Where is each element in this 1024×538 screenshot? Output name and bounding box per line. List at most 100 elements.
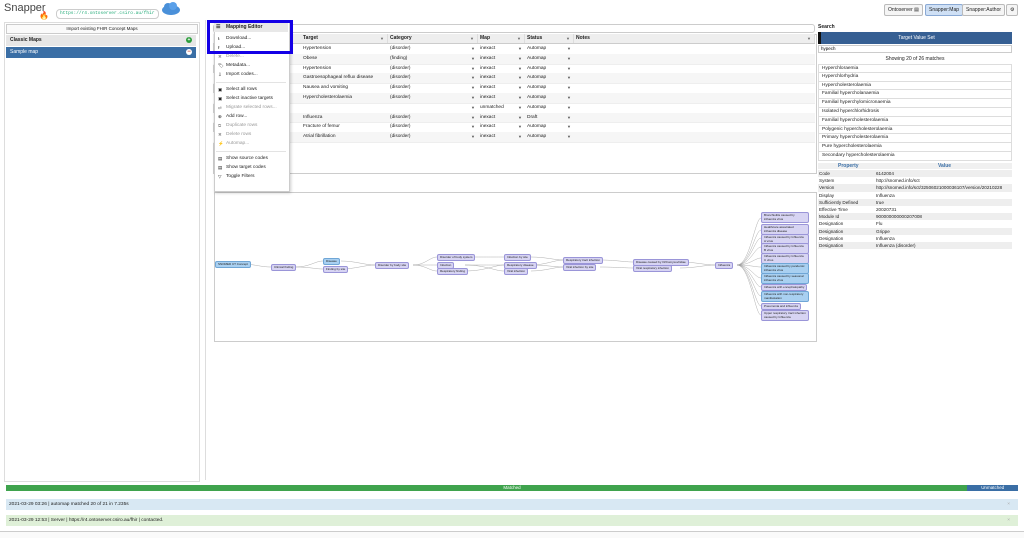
graph-node[interactable]: Viral respiratory infection xyxy=(633,265,672,272)
table-cell[interactable]: ▼ xyxy=(388,103,478,113)
table-cell[interactable]: Fracture of femur xyxy=(301,122,388,132)
table-cell[interactable]: inexact ▼ xyxy=(478,83,525,93)
cell-dropdown-icon[interactable]: ▼ xyxy=(471,122,475,132)
graph-node[interactable]: Respiratory finding xyxy=(437,268,469,275)
cell-dropdown-icon[interactable]: ▼ xyxy=(518,122,522,132)
table-cell[interactable]: Hypercholesterolaemia xyxy=(301,93,388,103)
concept-hierarchy-graph[interactable]: SNOMED CT Concept Clinical finding Disea… xyxy=(214,192,817,342)
menu-item[interactable]: ✖ Delete... xyxy=(216,53,244,61)
graph-node[interactable]: Bronchiolitis caused by influenza virus xyxy=(761,212,809,223)
graph-node[interactable]: Influenza caused by seasonal influenza v… xyxy=(761,273,809,284)
graph-node[interactable]: Finding by site xyxy=(323,266,349,273)
table-cell[interactable]: inexact ▼ xyxy=(478,122,525,132)
table-cell[interactable] xyxy=(301,103,388,113)
table-cell[interactable] xyxy=(574,44,815,54)
cell-dropdown-icon[interactable]: ▼ xyxy=(567,73,571,83)
graph-node[interactable]: Viral infection by site xyxy=(563,264,597,271)
cell-dropdown-icon[interactable]: ▼ xyxy=(518,113,522,123)
graph-node[interactable]: Disorder by body site xyxy=(375,262,410,269)
cell-dropdown-icon[interactable]: ▼ xyxy=(567,54,571,64)
graph-node[interactable]: Disease xyxy=(323,258,340,265)
map-item-sample[interactable]: Sample map − xyxy=(6,47,196,58)
graph-node[interactable]: Clinical finding xyxy=(271,264,297,271)
menu-item[interactable]: ⊕ Add row... xyxy=(216,113,247,121)
server-url[interactable]: https://r4.ontoserver.csiro.au/fhir xyxy=(56,9,159,19)
table-cell[interactable]: Automap ▼ xyxy=(525,54,574,64)
table-cell[interactable]: inexact ▼ xyxy=(478,64,525,74)
cell-dropdown-icon[interactable]: ▼ xyxy=(471,93,475,103)
table-cell[interactable] xyxy=(574,113,815,123)
search-result-item[interactable]: Secondary hypercholesterolaemia xyxy=(818,152,1012,161)
cell-dropdown-icon[interactable]: ▼ xyxy=(471,64,475,74)
table-cell[interactable]: inexact ▼ xyxy=(478,73,525,83)
table-cell[interactable]: Obese xyxy=(301,54,388,64)
cell-dropdown-icon[interactable]: ▼ xyxy=(567,83,571,93)
search-result-item[interactable]: Primary hypercholesterolaemia xyxy=(818,134,1012,144)
column-category[interactable]: Category ▼ xyxy=(388,34,478,43)
cell-dropdown-icon[interactable]: ▼ xyxy=(471,54,475,64)
cell-dropdown-icon[interactable]: ▼ xyxy=(471,83,475,93)
graph-node[interactable]: Infection by site xyxy=(504,254,531,261)
mapping-search-input[interactable] xyxy=(213,24,815,33)
search-result-item[interactable]: Isolated hyperchlorhidrosis xyxy=(818,108,1012,117)
column-menu-icon[interactable]: ▼ xyxy=(566,34,570,43)
table-cell[interactable]: Nausea and vomiting xyxy=(301,83,388,93)
table-cell[interactable]: Influenza xyxy=(301,113,388,123)
table-cell[interactable]: (disorder) ▼ xyxy=(388,113,478,123)
cell-dropdown-icon[interactable]: ▼ xyxy=(518,64,522,74)
cell-dropdown-icon[interactable]: ▼ xyxy=(567,93,571,103)
table-cell[interactable] xyxy=(574,103,815,113)
menu-item[interactable]: ▣ Select all rows xyxy=(216,86,257,94)
graph-node[interactable]: Influenza with non-respiratory manifesta… xyxy=(761,291,809,302)
import-concept-maps-button[interactable]: Import existing FHIR Concept Maps xyxy=(6,24,198,34)
cell-dropdown-icon[interactable]: ▼ xyxy=(567,132,571,142)
cell-dropdown-icon[interactable]: ▼ xyxy=(518,73,522,83)
search-result-item[interactable]: Hyperchloraemia xyxy=(818,64,1012,73)
column-menu-icon[interactable]: ▼ xyxy=(517,34,521,43)
table-cell[interactable]: (finding) ▼ xyxy=(388,54,478,64)
menu-item[interactable]: ▽ Toggle Filters xyxy=(216,173,255,181)
cell-dropdown-icon[interactable]: ▼ xyxy=(567,113,571,123)
menu-item[interactable]: 🏷 Metadata... xyxy=(216,62,250,70)
cell-dropdown-icon[interactable]: ▼ xyxy=(518,103,522,113)
table-cell[interactable]: inexact ▼ xyxy=(478,113,525,123)
column-notes[interactable]: Notes ▼ xyxy=(574,34,815,43)
menu-item[interactable]: ⚡ Automap... xyxy=(216,140,249,148)
graph-node-influenza[interactable]: Influenza xyxy=(715,262,734,269)
close-icon[interactable]: × xyxy=(1007,515,1010,526)
cell-dropdown-icon[interactable]: ▼ xyxy=(471,113,475,123)
table-cell[interactable]: Atrial fibrillation xyxy=(301,132,388,142)
cell-dropdown-icon[interactable]: ▼ xyxy=(471,132,475,142)
table-cell[interactable]: Automap ▼ xyxy=(525,122,574,132)
table-cell[interactable]: Automap ▼ xyxy=(525,64,574,74)
table-cell[interactable] xyxy=(574,54,815,64)
snapper-author-button[interactable]: Snapper:Author xyxy=(962,4,1006,16)
cell-dropdown-icon[interactable]: ▼ xyxy=(567,122,571,132)
cell-dropdown-icon[interactable]: ▼ xyxy=(518,93,522,103)
target-value-set-button[interactable]: Target Value Set xyxy=(818,32,1012,44)
menu-item[interactable]: ⇄ Migrate selected rows... xyxy=(216,104,277,112)
cell-dropdown-icon[interactable]: ▼ xyxy=(471,103,475,113)
table-cell[interactable]: Automap ▼ xyxy=(525,44,574,54)
menu-item[interactable]: ⇩ Import codes... xyxy=(216,71,258,79)
table-cell[interactable]: (disorder) ▼ xyxy=(388,83,478,93)
table-cell[interactable]: Automap ▼ xyxy=(525,83,574,93)
search-result-item[interactable]: Familial hypercholanaemia xyxy=(818,90,1012,100)
table-cell[interactable]: inexact ▼ xyxy=(478,54,525,64)
table-cell[interactable]: Hypertension xyxy=(301,44,388,54)
table-cell[interactable]: Automap ▼ xyxy=(525,73,574,83)
search-result-item[interactable]: Hypercholesterolaemia xyxy=(818,81,1012,91)
graph-node[interactable]: SNOMED CT Concept xyxy=(215,261,251,268)
table-cell[interactable]: Automap ▼ xyxy=(525,93,574,103)
table-cell[interactable]: Gastroesophageal reflux disease xyxy=(301,73,388,83)
cell-dropdown-icon[interactable]: ▼ xyxy=(471,44,475,54)
menu-item[interactable]: ⧉ Duplicate rows xyxy=(216,122,257,130)
search-result-item[interactable]: Polygenic hypercholesterolaemia xyxy=(818,125,1012,135)
table-cell[interactable]: (disorder) ▼ xyxy=(388,132,478,142)
search-result-item[interactable]: Hyperchlorhydria xyxy=(818,72,1012,82)
ontoserver-button[interactable]: Ontoserver ▤ xyxy=(884,4,923,16)
table-cell[interactable] xyxy=(574,73,815,83)
table-cell[interactable]: Automap ▼ xyxy=(525,103,574,113)
table-cell[interactable]: unmatched ▼ xyxy=(478,103,525,113)
column-status[interactable]: Status ▼ xyxy=(525,34,574,43)
